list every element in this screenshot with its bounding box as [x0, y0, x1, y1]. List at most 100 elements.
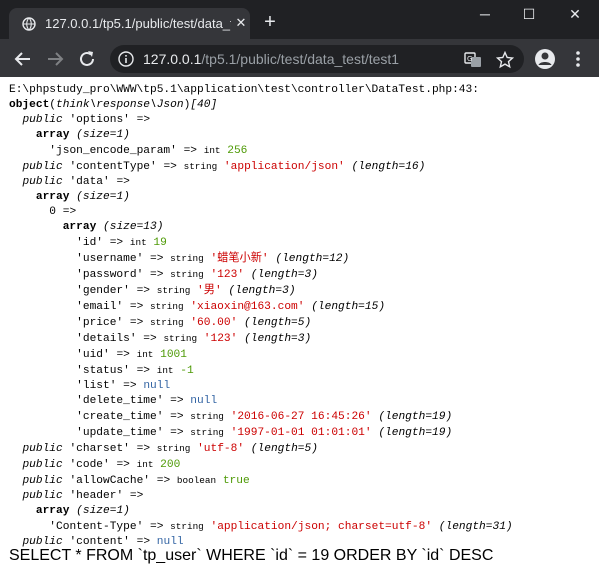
- tab-strip: 127.0.0.1/tp5.1/public/test/data_test/te…: [0, 0, 599, 39]
- key-code: 'code': [69, 459, 110, 471]
- type-string: string: [170, 521, 204, 532]
- tab-active[interactable]: 127.0.0.1/tp5.1/public/test/data_test/te…: [9, 8, 250, 39]
- key-delete-time: 'delete_time': [76, 395, 164, 407]
- length-username: (length=12): [275, 253, 350, 265]
- key-password: 'password': [76, 269, 144, 281]
- public-keyword: public: [22, 443, 63, 455]
- class-name: think\response\Json: [56, 99, 184, 111]
- url-text[interactable]: 127.0.0.1/tp5.1/public/test/data_test/te…: [143, 51, 399, 67]
- length-gender: (length=3): [228, 285, 296, 297]
- length-price: (length=5): [244, 317, 312, 329]
- arrow: =>: [129, 490, 144, 502]
- arrow: =>: [116, 459, 130, 471]
- star-bookmark-icon[interactable]: [496, 51, 514, 69]
- sql-query-text: SELECT * FROM `tp_user` WHERE `id` = 19 …: [9, 547, 494, 564]
- array-size: (size=1): [76, 191, 130, 203]
- key-create-time: 'create_time': [76, 411, 164, 423]
- array-size: (size=1): [76, 129, 130, 141]
- window-minimize-button[interactable]: ─: [470, 4, 500, 24]
- arrow: =>: [150, 253, 164, 265]
- translate-icon[interactable]: G: [464, 51, 482, 69]
- page-content: E:\phpstudy_pro\WWW\tp5.1\application\te…: [0, 77, 599, 575]
- type-string: string: [163, 333, 198, 344]
- key-username: 'username': [76, 253, 144, 265]
- type-string: string: [190, 411, 224, 422]
- arrow: =>: [136, 443, 151, 455]
- length-password: (length=3): [250, 269, 318, 281]
- key-status: 'status': [76, 365, 130, 377]
- key-allowcache: 'allowCache': [69, 475, 151, 487]
- arrow: =>: [163, 161, 177, 173]
- back-arrow-icon[interactable]: [12, 48, 34, 70]
- key-json-encode-param: 'json_encode_param': [49, 145, 177, 157]
- arrow: =>: [170, 411, 184, 423]
- arrow: =>: [150, 269, 164, 281]
- array-keyword: array: [35, 505, 70, 517]
- type-string: string: [150, 301, 184, 312]
- key-header: 'header': [69, 490, 124, 502]
- type-int: int: [136, 459, 154, 470]
- info-icon[interactable]: [118, 51, 134, 67]
- value-password: '123': [210, 269, 245, 281]
- value-contenttype: 'application/json': [223, 161, 345, 173]
- arrow: =>: [150, 521, 164, 533]
- key-list: 'list': [76, 380, 117, 392]
- type-string: string: [190, 427, 224, 438]
- window-maximize-button[interactable]: ☐: [514, 4, 544, 24]
- length-contenttype: (length=16): [351, 161, 426, 173]
- length-details: (length=3): [244, 333, 312, 345]
- address-bar[interactable]: 127.0.0.1/tp5.1/public/test/data_test/te…: [110, 45, 524, 73]
- length-charset: (length=5): [250, 443, 318, 455]
- key-contenttype: 'contentType': [69, 161, 157, 173]
- type-string: string: [183, 161, 218, 172]
- type-string: string: [156, 443, 191, 454]
- arrow: =>: [129, 317, 144, 329]
- arrow: =>: [170, 395, 184, 407]
- arrow: =>: [136, 365, 151, 377]
- public-keyword: public: [22, 161, 63, 173]
- value-email: 'xiaoxin@163.com': [190, 301, 305, 313]
- key-update-time: 'update_time': [76, 427, 164, 439]
- key-price: 'price': [76, 317, 124, 329]
- forward-arrow-icon[interactable]: [44, 48, 66, 70]
- value-charset: 'utf-8': [197, 443, 245, 455]
- browser-chrome: 127.0.0.1/tp5.1/public/test/data_test/te…: [0, 0, 599, 77]
- file-path: E:\phpstudy_pro\WWW\tp5.1\application\te…: [9, 84, 479, 96]
- type-int: int: [129, 237, 147, 248]
- arrow: =>: [116, 176, 130, 188]
- profile-avatar-icon[interactable]: [534, 48, 556, 70]
- value-status: -1: [180, 365, 194, 377]
- arrow: =>: [109, 237, 124, 249]
- value-update-time: '1997-01-01 01:01:01': [230, 427, 372, 439]
- arrow: =>: [156, 475, 171, 487]
- length-content-type: (length=31): [438, 521, 513, 533]
- value-content-type: 'application/json; charset=utf-8': [210, 521, 433, 533]
- new-tab-button[interactable]: +: [260, 12, 280, 32]
- type-int: int: [203, 145, 221, 156]
- value-create-time: '2016-06-27 16:45:26': [230, 411, 372, 423]
- public-keyword: public: [22, 114, 63, 126]
- type-string: string: [150, 317, 184, 328]
- object-id: [40]: [190, 99, 218, 111]
- window-close-button[interactable]: ✕: [560, 4, 590, 24]
- key-content-type: 'Content-Type': [49, 521, 144, 533]
- arrow: =>: [170, 427, 184, 439]
- length-update-time: (length=19): [378, 427, 453, 439]
- type-boolean: boolean: [176, 475, 217, 486]
- arrow: =>: [116, 349, 130, 361]
- key-email: 'email': [76, 301, 124, 313]
- value-username: '蜡笔小新': [210, 253, 269, 265]
- array-keyword: array: [35, 129, 70, 141]
- tab-close-icon[interactable]: ✕: [233, 14, 249, 32]
- key-0: 0: [49, 206, 57, 218]
- value-code: 200: [160, 459, 181, 471]
- type-int: int: [136, 349, 154, 360]
- key-options: 'options': [69, 114, 130, 126]
- kebab-menu-icon[interactable]: [570, 48, 586, 70]
- key-id: 'id': [76, 237, 103, 249]
- public-keyword: public: [22, 475, 63, 487]
- key-gender: 'gender': [76, 285, 130, 297]
- arrow: =>: [129, 301, 144, 313]
- value-allowcache: true: [222, 475, 250, 487]
- reload-icon[interactable]: [76, 48, 98, 70]
